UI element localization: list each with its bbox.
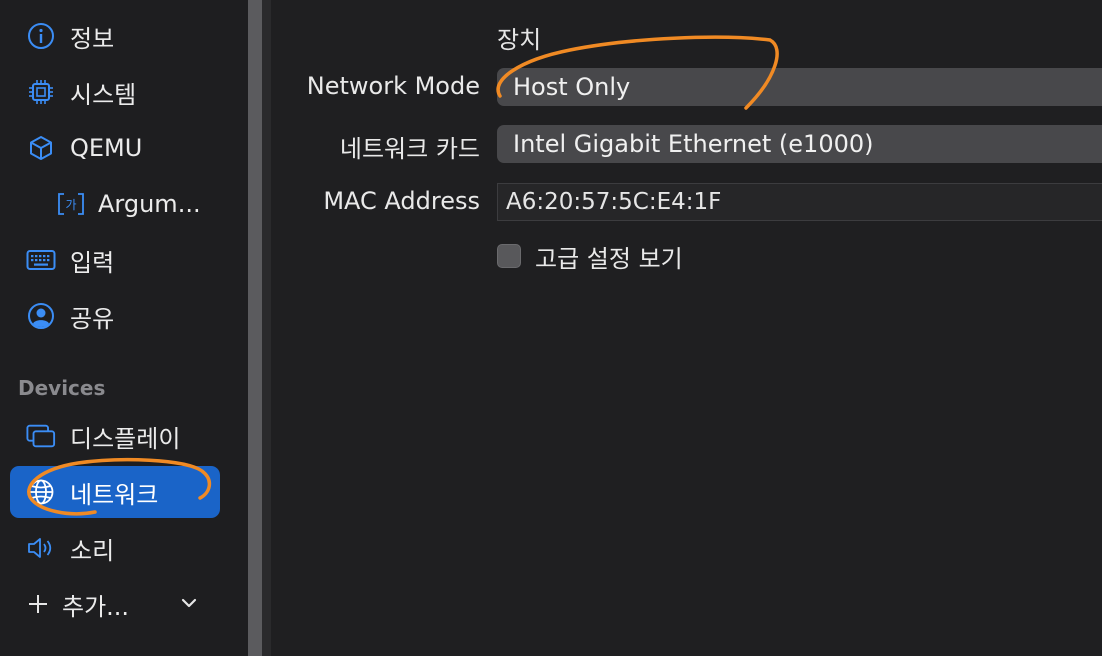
advanced-settings-checkbox[interactable]: [497, 244, 521, 268]
sidebar-item-label: Argum...: [98, 190, 201, 218]
network-mode-popup[interactable]: Host Only: [497, 68, 1102, 106]
network-card-popup[interactable]: Intel Gigabit Ethernet (e1000): [497, 125, 1102, 163]
text-format-icon: 가: [56, 189, 86, 219]
speaker-icon: [26, 533, 56, 563]
sidebar-item-label: 입력: [70, 248, 115, 277]
sidebar-item-label: 공유: [70, 304, 115, 333]
sidebar-item-label: QEMU: [70, 134, 143, 162]
sidebar-item-sharing[interactable]: 공유: [10, 290, 220, 342]
sidebar-item-label: 디스플레이: [70, 424, 181, 453]
network-mode-label: Network Mode: [306, 72, 480, 100]
sidebar-item-label: 시스템: [70, 80, 137, 109]
sidebar-item-info[interactable]: 정보: [10, 10, 220, 62]
add-device-button[interactable]: 추가...: [10, 578, 220, 630]
section-title-device: 장치: [497, 26, 542, 54]
sidebar-splitter[interactable]: [248, 0, 262, 656]
cube-icon: [26, 133, 56, 163]
advanced-settings-row[interactable]: 고급 설정 보기: [497, 240, 683, 273]
splitter-edge: [262, 0, 271, 656]
sidebar-item-system[interactable]: 시스템: [10, 66, 220, 118]
plus-icon: [26, 589, 50, 619]
person-circle-icon: [26, 301, 56, 331]
sidebar-item-label: 네트워크: [70, 480, 159, 509]
mac-address-label: MAC Address: [323, 187, 480, 215]
chevron-down-icon: [180, 591, 198, 621]
globe-icon: [26, 477, 56, 507]
sidebar-item-network[interactable]: 네트워크: [10, 466, 220, 518]
mac-address-field[interactable]: A6:20:57:5C:E4:1F: [497, 183, 1102, 221]
sidebar-item-arguments[interactable]: 가 Argum...: [10, 178, 220, 230]
sidebar-item-display[interactable]: 디스플레이: [10, 410, 220, 462]
sidebar-item-sound[interactable]: 소리: [10, 522, 220, 574]
sidebar-item-label: 정보: [70, 24, 115, 53]
network-mode-value: Host Only: [513, 73, 631, 101]
devices-section-header: Devices: [18, 376, 106, 400]
display-icon: [26, 421, 56, 451]
sidebar: 정보 시스템 QEMU 가 Argum... 입력 공유 Devices 디스플…: [0, 0, 248, 656]
keyboard-icon: [26, 245, 56, 275]
add-device-label: 추가...: [62, 592, 130, 621]
svg-text:가: 가: [65, 198, 76, 212]
sidebar-item-input[interactable]: 입력: [10, 234, 220, 286]
network-card-value: Intel Gigabit Ethernet (e1000): [513, 130, 874, 158]
info-icon: [26, 21, 56, 51]
sidebar-item-label: 소리: [70, 536, 115, 565]
sidebar-item-qemu[interactable]: QEMU: [10, 122, 220, 174]
advanced-settings-label: 고급 설정 보기: [535, 244, 683, 273]
cpu-icon: [26, 77, 56, 107]
network-card-label: 네트워크 카드: [339, 135, 480, 163]
